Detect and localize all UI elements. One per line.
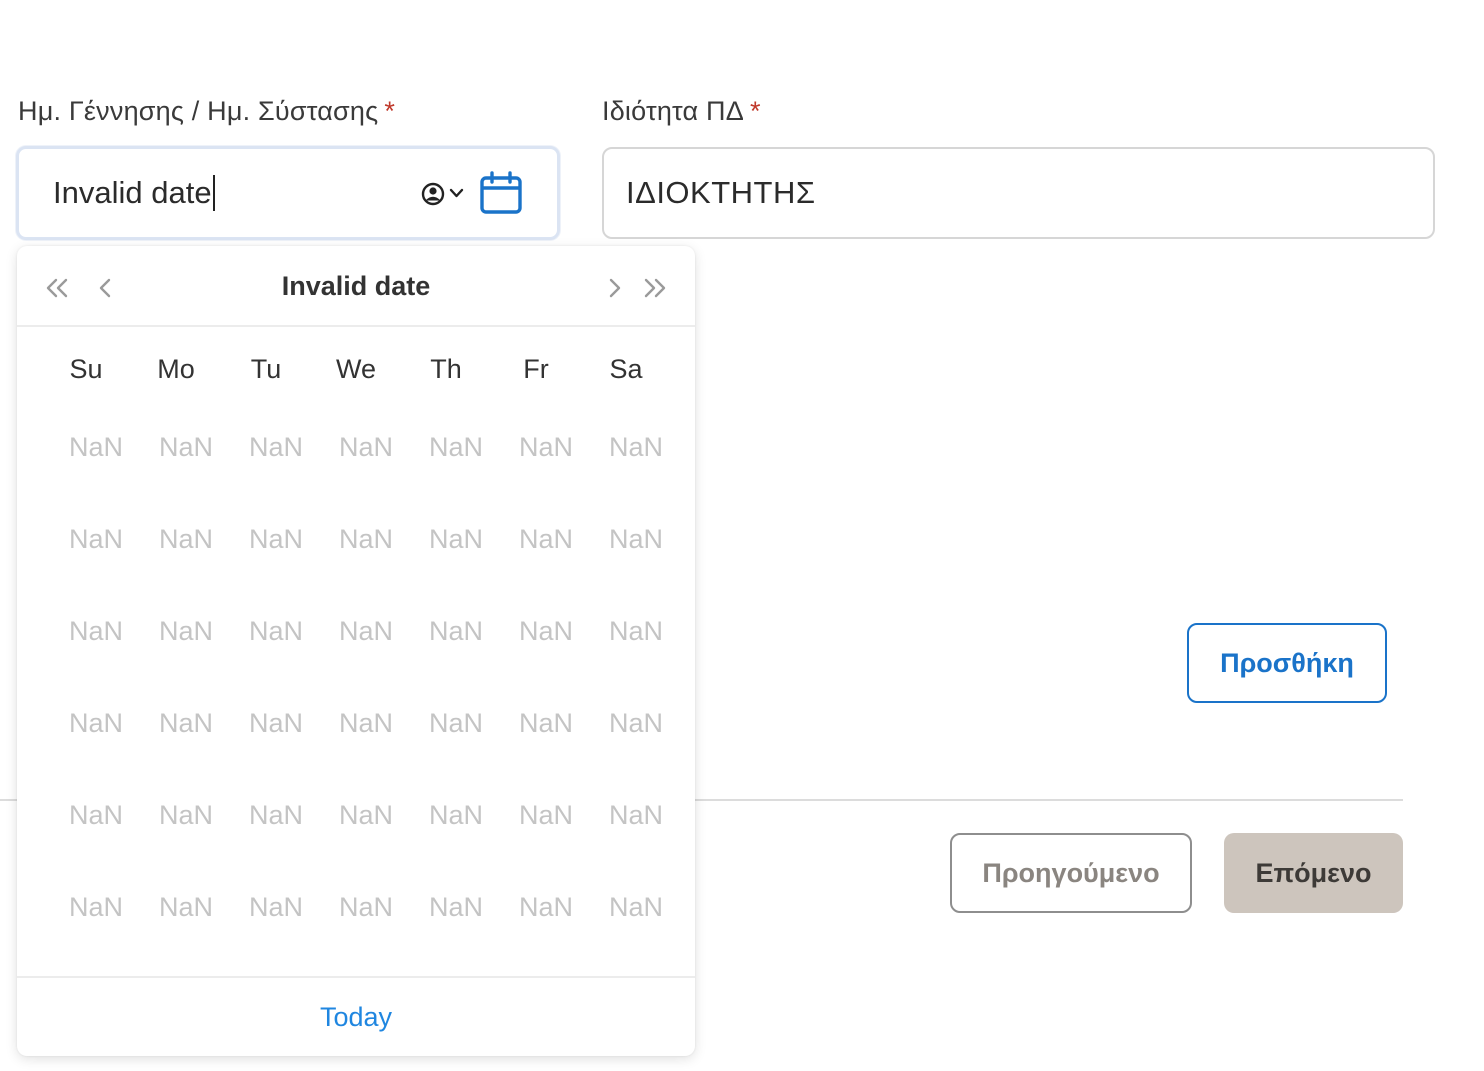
calendar-day-cell[interactable]: NaN	[501, 524, 591, 564]
form-page: Ημ. Γέννησης / Ημ. Σύστασης * Ιδιότητα ΠΔ…	[0, 0, 1484, 1071]
calendar-day-cell[interactable]: NaN	[411, 616, 501, 656]
calendar-day-cell[interactable]: NaN	[231, 432, 321, 472]
calendar-day-cell[interactable]: NaN	[591, 524, 681, 564]
weekday-label: Sa	[609, 354, 643, 384]
calendar-day-cell[interactable]: NaN	[321, 708, 411, 748]
calendar-header: Invalid date	[17, 246, 695, 327]
calendar-day-cell[interactable]: NaN	[141, 708, 231, 748]
calendar-day-cell[interactable]: NaN	[411, 524, 501, 564]
calendar-day-cell[interactable]: NaN	[231, 708, 321, 748]
calendar-day-cell[interactable]: NaN	[591, 892, 681, 932]
weekday-label: Tu	[250, 354, 282, 384]
weekday-label: Th	[430, 354, 462, 384]
calendar-day-cell[interactable]: NaN	[501, 892, 591, 932]
calendar-day-cell[interactable]: NaN	[591, 800, 681, 840]
birth-date-value-text: Invalid date	[53, 175, 212, 210]
calendar-day-cell[interactable]: NaN	[321, 616, 411, 656]
role-input[interactable]: ΙΔΙΟΚΤΗΤΗΣ	[602, 147, 1435, 239]
calendar-day-cell[interactable]: NaN	[501, 616, 591, 656]
weekday-label: Mo	[157, 354, 195, 384]
double-chevron-left-icon[interactable]	[41, 272, 73, 304]
chevron-right-icon[interactable]	[599, 272, 631, 304]
calendar-day-cell[interactable]: NaN	[591, 432, 681, 472]
calendar-day-cell[interactable]: NaN	[321, 524, 411, 564]
weekday-label: We	[335, 354, 376, 384]
previous-button[interactable]: Προηγούμενο	[950, 833, 1192, 913]
calendar-day-cell[interactable]: NaN	[501, 432, 591, 472]
calendar-day-cell[interactable]: NaN	[591, 616, 681, 656]
calendar-day-cell[interactable]: NaN	[141, 800, 231, 840]
calendar-day-cell[interactable]: NaN	[51, 432, 141, 472]
calendar-day-cell[interactable]: NaN	[321, 800, 411, 840]
weekday-row: Su Mo Tu We Th Fr Sa	[41, 354, 671, 398]
role-label-text: Ιδιότητα ΠΔ	[602, 96, 744, 126]
calendar-footer: Today	[17, 976, 695, 1056]
calendar-day-cell[interactable]: NaN	[321, 892, 411, 932]
double-chevron-right-icon[interactable]	[639, 272, 671, 304]
next-button[interactable]: Επόμενο	[1224, 833, 1403, 913]
calendar-day-cell[interactable]: NaN	[231, 892, 321, 932]
calendar-day-cell[interactable]: NaN	[141, 524, 231, 564]
calendar-day-cell[interactable]: NaN	[501, 800, 591, 840]
calendar-day-cell[interactable]: NaN	[411, 432, 501, 472]
birth-date-value: Invalid date	[53, 149, 215, 237]
calendar-day-cell[interactable]: NaN	[231, 524, 321, 564]
calendar-day-cell[interactable]: NaN	[231, 616, 321, 656]
weekday-label: Fr	[523, 354, 549, 384]
calendar-day-cell[interactable]: NaN	[321, 432, 411, 472]
calendar-day-cell[interactable]: NaN	[231, 800, 321, 840]
calendar-day-cell[interactable]: NaN	[141, 892, 231, 932]
required-mark: *	[384, 96, 396, 126]
calendar-day-cell[interactable]: NaN	[51, 892, 141, 932]
text-caret	[212, 174, 215, 211]
role-value: ΙΔΙΟΚΤΗΤΗΣ	[626, 175, 816, 210]
calendar-day-cell[interactable]: NaN	[51, 708, 141, 748]
calendar-day-cell[interactable]: NaN	[501, 708, 591, 748]
calendar-day-cell[interactable]: NaN	[51, 524, 141, 564]
calendar-icon[interactable]	[479, 171, 523, 215]
calendar-day-cell[interactable]: NaN	[411, 892, 501, 932]
calendar-day-cell[interactable]: NaN	[141, 616, 231, 656]
birth-date-label: Ημ. Γέννησης / Ημ. Σύστασης *	[18, 96, 395, 127]
role-label: Ιδιότητα ΠΔ *	[602, 96, 761, 127]
date-picker-popup: Invalid date Su Mo Tu We Th Fr Sa NaN NaN NaN NaN…	[17, 246, 695, 1056]
today-button[interactable]: Today	[17, 978, 695, 1056]
calendar-day-cell[interactable]: NaN	[51, 800, 141, 840]
weekday-label: Su	[69, 354, 103, 384]
chevron-left-icon[interactable]	[89, 272, 121, 304]
calendar-day-cell[interactable]: NaN	[411, 708, 501, 748]
person-circle-dropdown-icon[interactable]	[421, 181, 467, 207]
birth-date-input[interactable]: Invalid date	[16, 146, 560, 240]
required-mark: *	[749, 96, 761, 126]
add-button[interactable]: Προσθήκη	[1187, 623, 1387, 703]
calendar-day-cell[interactable]: NaN	[591, 708, 681, 748]
birth-date-label-text: Ημ. Γέννησης / Ημ. Σύστασης	[18, 96, 379, 126]
calendar-day-cell[interactable]: NaN	[51, 616, 141, 656]
calendar-day-cell[interactable]: NaN	[141, 432, 231, 472]
calendar-day-cell[interactable]: NaN	[411, 800, 501, 840]
